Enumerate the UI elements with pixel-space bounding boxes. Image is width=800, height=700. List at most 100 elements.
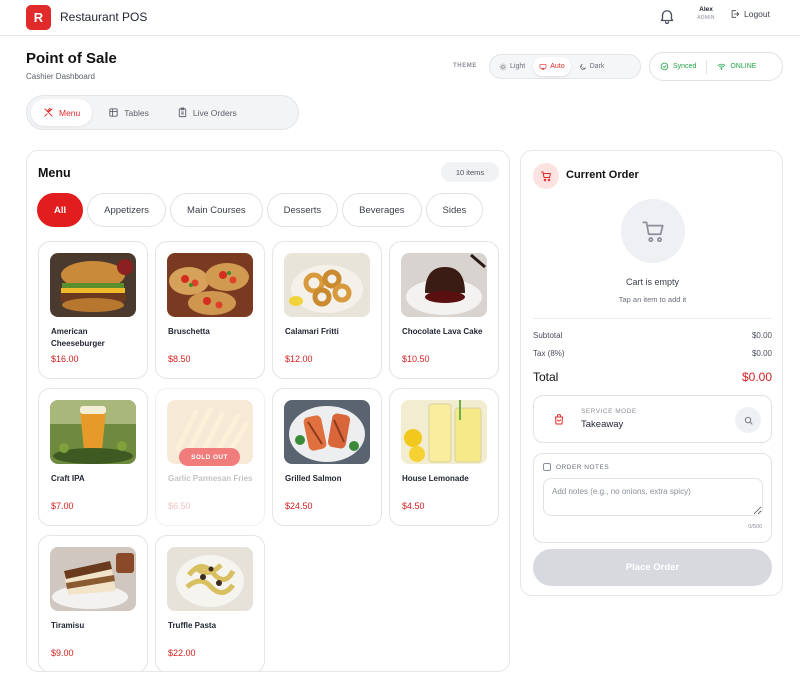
theme-option-dark-label: Dark — [589, 63, 605, 70]
total-label: Total — [533, 370, 559, 384]
menu-item-card[interactable]: Bruschetta $8.50 — [155, 241, 265, 379]
online-status: ONLINE — [730, 63, 757, 70]
tab-live-orders[interactable]: Live Orders — [165, 99, 249, 126]
shopping-bag-icon — [555, 414, 563, 425]
menu-title: Menu — [38, 166, 71, 180]
menu-item-name: Garlic Parmesan Fries — [168, 474, 253, 483]
subtotal-value: $0.00 — [751, 331, 772, 340]
menu-item-price: $22.00 — [168, 648, 196, 658]
app-title: Restaurant POS — [60, 10, 148, 24]
tab-menu[interactable]: Menu — [31, 99, 93, 126]
menu-item-name: Truffle Pasta — [168, 621, 217, 630]
menu-item-card[interactable]: American Cheeseburger $16.00 — [38, 241, 148, 379]
tab-tables[interactable]: Tables — [96, 99, 161, 126]
grilled-salmon-image — [284, 400, 370, 464]
cart-icon — [541, 171, 551, 182]
tax-value: $0.00 — [751, 349, 772, 358]
search-icon — [744, 416, 753, 425]
category-desserts[interactable]: Desserts — [266, 193, 339, 227]
order-notes-input[interactable] — [543, 478, 763, 516]
calamari-image — [284, 253, 370, 317]
bruschetta-image — [167, 253, 253, 317]
menu-item-name: Chocolate Lava Cake — [402, 327, 483, 336]
lemonade-image — [401, 400, 487, 464]
tab-tables-label: Tables — [124, 107, 149, 118]
menu-item-name: House Lemonade — [402, 474, 469, 483]
total-row: Total $0.00 — [533, 370, 772, 384]
monitor-icon — [539, 63, 547, 70]
order-divider — [533, 318, 772, 319]
user-role: ADMIN — [697, 15, 715, 21]
top-bar: R Restaurant POS Alex ADMIN Logout — [0, 0, 800, 36]
category-filter: All Appetizers Main Courses Desserts Beverag… — [37, 193, 501, 229]
lava-cake-image — [401, 253, 487, 317]
subtotal-label: Subtotal — [533, 331, 563, 340]
logout-button[interactable]: Logout — [730, 9, 770, 19]
truffle-pasta-image — [167, 547, 253, 611]
status-divider — [706, 59, 708, 74]
menu-item-price: $7.00 — [51, 501, 74, 511]
category-beverages[interactable]: Beverages — [342, 193, 422, 227]
menu-item-price: $8.50 — [168, 354, 191, 364]
service-mode-selector[interactable]: SERVICE MODE Takeaway — [533, 395, 772, 443]
menu-item-price: $9.00 — [51, 648, 74, 658]
subtotal-row: Subtotal $0.00 — [533, 331, 772, 340]
category-sides[interactable]: Sides — [425, 193, 484, 227]
category-appetizers[interactable]: Appetizers — [87, 193, 167, 227]
menu-item-card-sold-out[interactable]: SOLD OUT Garlic Parmesan Fries $6.50 — [155, 388, 265, 526]
item-count-badge: 10 items — [441, 162, 499, 182]
notes-icon — [543, 463, 551, 471]
tab-live-orders-label: Live Orders — [192, 107, 237, 118]
empty-cart-icon — [642, 221, 664, 243]
empty-cart-subtitle: Tap an item to add it — [618, 295, 687, 304]
logout-icon — [731, 10, 740, 18]
menu-item-name: Grilled Salmon — [285, 474, 342, 483]
order-notes-header: ORDER NOTES — [543, 463, 609, 471]
category-main-courses[interactable]: Main Courses — [170, 193, 263, 227]
sold-out-badge: SOLD OUT — [179, 448, 240, 466]
cheeseburger-image — [50, 253, 136, 317]
service-mode-value: Takeaway — [581, 419, 624, 430]
menu-item-price: $6.50 — [168, 501, 191, 511]
menu-item-price: $10.50 — [402, 354, 430, 364]
menu-item-price: $12.00 — [285, 354, 313, 364]
order-notes-label: ORDER NOTES — [556, 463, 610, 471]
theme-option-light[interactable]: Light — [493, 57, 531, 76]
menu-item-name: Calamari Fritti — [285, 327, 339, 336]
menu-panel: Menu 10 items All Appetizers Main Courses D… — [26, 150, 510, 672]
user-name: Alex — [699, 6, 713, 13]
sync-status: Synced — [673, 63, 697, 70]
service-mode-label: SERVICE MODE — [581, 408, 637, 415]
menu-item-card[interactable]: Calamari Fritti $12.00 — [272, 241, 382, 379]
menu-item-card[interactable]: Grilled Salmon $24.50 — [272, 388, 382, 526]
utensils-icon — [44, 107, 53, 117]
app-logo: R — [26, 5, 51, 30]
menu-item-card[interactable]: Truffle Pasta $22.00 — [155, 535, 265, 671]
theme-option-light-label: Light — [510, 63, 526, 70]
cart-badge — [533, 163, 559, 189]
place-order-button[interactable]: Place Order — [533, 549, 772, 586]
page-subtitle: Cashier Dashboard — [26, 72, 95, 81]
connection-status: Synced ONLINE — [649, 52, 783, 81]
category-all[interactable]: All — [37, 193, 84, 227]
menu-item-card[interactable]: House Lemonade $4.50 — [389, 388, 499, 526]
user-info[interactable]: Alex ADMIN — [688, 6, 724, 21]
sun-icon — [499, 63, 507, 70]
service-mode-search-button[interactable] — [735, 407, 761, 433]
menu-item-card[interactable]: Chocolate Lava Cake $10.50 — [389, 241, 499, 379]
total-value: $0.00 — [741, 370, 772, 384]
logout-label: Logout — [744, 9, 770, 19]
menu-item-name: Bruschetta — [168, 327, 210, 336]
menu-item-price: $16.00 — [51, 354, 79, 364]
view-tabs: Menu Tables Live Orders — [26, 95, 299, 130]
moon-icon — [579, 63, 586, 70]
theme-option-auto-label: Auto — [550, 63, 565, 70]
bell-icon[interactable] — [658, 7, 676, 25]
menu-item-card[interactable]: Craft IPA $7.00 — [38, 388, 148, 526]
theme-option-auto[interactable]: Auto — [533, 57, 571, 76]
theme-switcher: Light Auto Dark — [489, 54, 641, 79]
tax-row: Tax (8%) $0.00 — [533, 349, 772, 358]
empty-cart-title: Cart is empty — [625, 277, 679, 287]
menu-item-card[interactable]: Tiramisu $9.00 — [38, 535, 148, 671]
theme-option-dark[interactable]: Dark — [573, 57, 611, 76]
